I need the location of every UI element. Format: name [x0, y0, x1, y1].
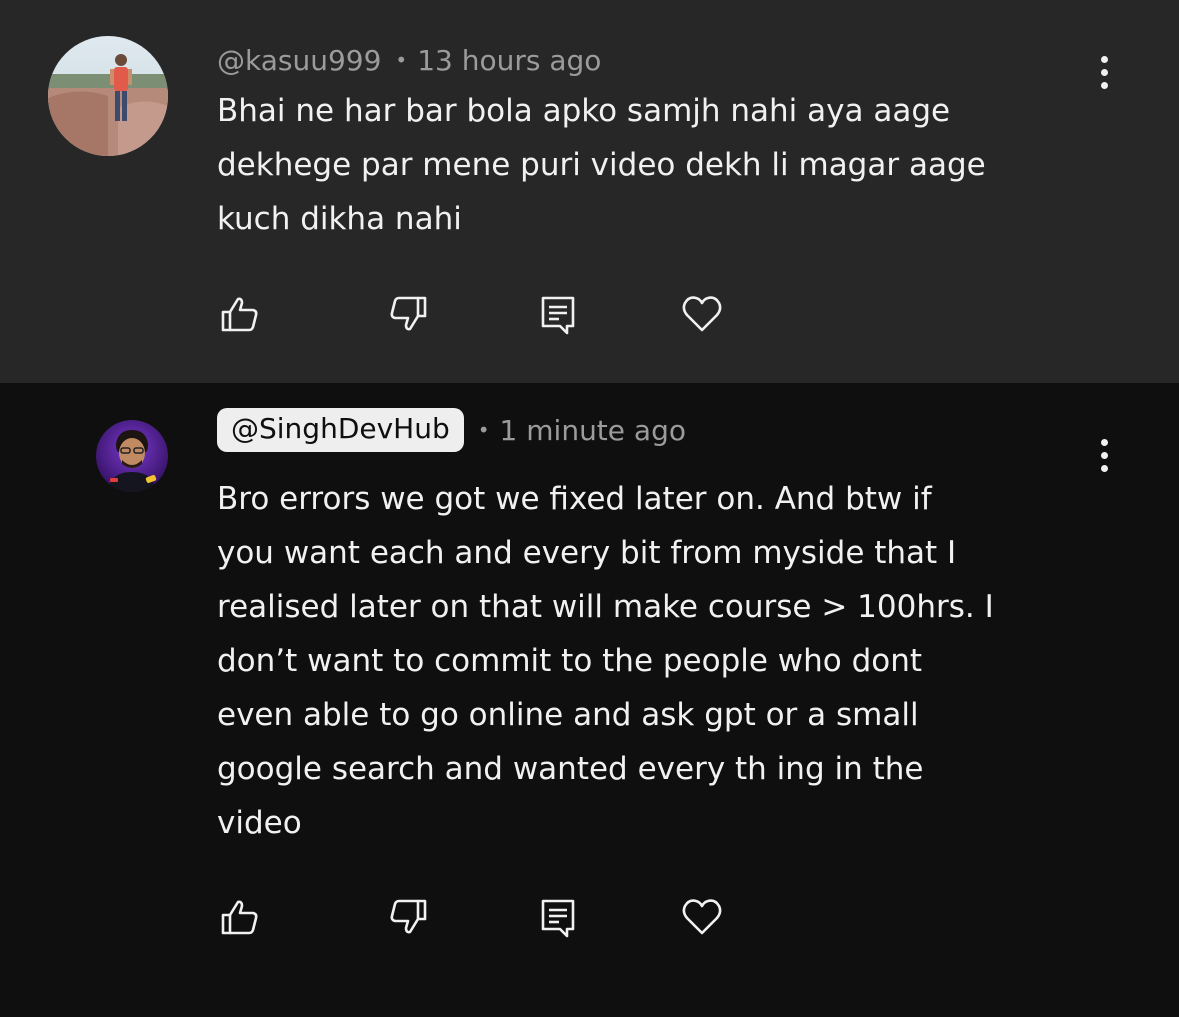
- comment-meta: @SinghDevHub • 1 minute ago: [217, 408, 686, 452]
- separator-dot: •: [395, 48, 408, 72]
- more-dot: [1100, 55, 1108, 63]
- comment-timestamp: 13 hours ago: [417, 43, 602, 77]
- thumbs-up-icon: [221, 297, 258, 332]
- reply-comment-icon: [541, 899, 575, 938]
- comment-text: Bhai ne har bar bola apko samjh nahi aya…: [217, 84, 1097, 246]
- reply-button[interactable]: [533, 892, 583, 942]
- heart-icon: [682, 296, 722, 332]
- creator-handle-badge[interactable]: @SinghDevHub: [217, 408, 464, 452]
- dislike-button[interactable]: [383, 892, 433, 942]
- reply-button[interactable]: [533, 289, 583, 339]
- heart-icon: [682, 899, 722, 935]
- comment-text: Bro errors we got we fixed later on. And…: [217, 472, 1097, 850]
- thumbs-up-icon: [221, 900, 258, 935]
- comment-line: you want each and every bit from myside …: [217, 535, 957, 571]
- like-button[interactable]: [215, 289, 265, 339]
- comment-line: realised later on that will make course …: [217, 589, 994, 625]
- like-button[interactable]: [215, 892, 265, 942]
- heart-button[interactable]: [677, 289, 727, 339]
- heart-button[interactable]: [677, 892, 727, 942]
- more-dot: [1100, 438, 1108, 446]
- comment-line: Bhai ne har bar bola apko samjh nahi aya…: [217, 93, 951, 129]
- comment-actions: [0, 289, 1179, 339]
- comment-actions: [0, 892, 1179, 942]
- separator-dot: •: [477, 418, 490, 442]
- comment-line: kuch dikha nahi: [217, 201, 462, 237]
- dislike-button[interactable]: [383, 289, 433, 339]
- more-dot: [1100, 81, 1108, 89]
- user-photo-avatar: [48, 36, 168, 156]
- comment-line: don’t want to commit to the people who d…: [217, 643, 923, 679]
- more-dot: [1100, 464, 1108, 472]
- comment-line: video: [217, 805, 302, 841]
- comment-author-handle[interactable]: @kasuu999: [217, 44, 381, 77]
- avatar[interactable]: [96, 420, 168, 492]
- comment-line: dekhege par mene puri video dekh li maga…: [217, 147, 986, 183]
- creator-avatar: [96, 420, 168, 492]
- avatar[interactable]: [48, 36, 168, 156]
- comment-line: Bro errors we got we fixed later on. And…: [217, 481, 932, 517]
- comment-timestamp: 1 minute ago: [499, 413, 686, 447]
- comment-line: even able to go online and ask gpt or a …: [217, 697, 919, 733]
- more-dot: [1100, 451, 1108, 459]
- comment-line: google search and wanted every th ing in…: [217, 751, 924, 787]
- thumbs-down-icon: [390, 296, 427, 331]
- more-vertical-icon[interactable]: [1086, 433, 1122, 477]
- reply-comment-icon: [541, 296, 575, 335]
- more-dot: [1100, 68, 1108, 76]
- comment-card: @kasuu999 • 13 hours ago Bhai ne har bar…: [0, 0, 1179, 383]
- comment-card: @SinghDevHub • 1 minute ago Bro errors w…: [0, 383, 1179, 1017]
- comment-meta: @kasuu999 • 13 hours ago: [217, 40, 601, 80]
- thumbs-down-icon: [390, 899, 427, 934]
